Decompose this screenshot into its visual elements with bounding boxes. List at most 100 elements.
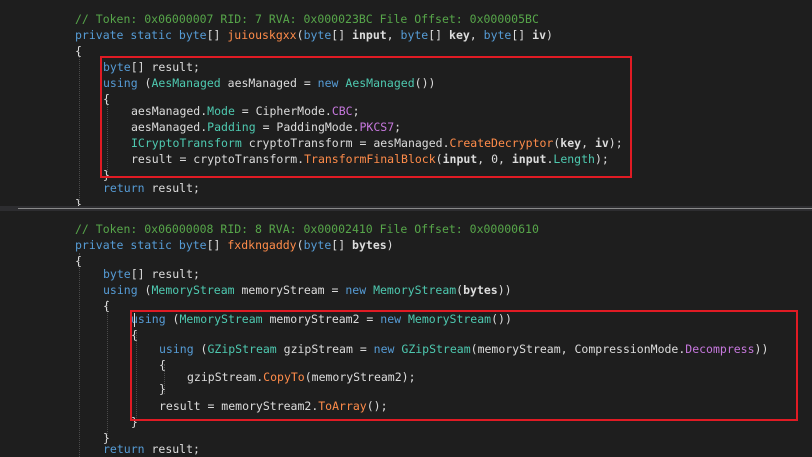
code-token: result; [144, 181, 200, 195]
code-line: { [159, 357, 166, 373]
code-line: using (AesManaged aesManaged = new AesMa… [103, 75, 435, 91]
code-token: aesManaged. [131, 104, 208, 118]
code-token: MemoryStream [179, 312, 263, 326]
code-line: gzipStream.CopyTo(memoryStream2); [187, 369, 416, 385]
code-token: ) [386, 238, 394, 252]
code-token: ( [137, 76, 152, 90]
code-token: Padding [207, 120, 256, 134]
code-token: ICryptoTransform [131, 136, 242, 150]
code-token: AesManaged [151, 76, 221, 90]
code-token: { [103, 299, 110, 313]
code-line: // Token: 0x06000008 RID: 8 RVA: 0x00002… [75, 221, 539, 237]
indent-guide [79, 52, 80, 202]
code-token: ( [435, 152, 443, 166]
code-token: ( [296, 28, 304, 42]
code-token: ( [296, 238, 304, 252]
code-token: { [103, 92, 110, 106]
code-token: byte [400, 28, 429, 42]
code-token: return [103, 442, 145, 456]
code-token: ()) [414, 76, 436, 90]
code-token: gzipStream = [276, 342, 374, 356]
code-token: new [317, 76, 339, 90]
code-token: )) [754, 342, 769, 356]
code-token: using [131, 312, 166, 326]
code-token: fxdkngaddy [227, 238, 297, 252]
code-token: [] [511, 28, 533, 42]
code-token: using [159, 342, 194, 356]
code-line: byte[] result; [103, 266, 200, 282]
code-line: private static byte[] juiouskgxx(byte[] … [75, 27, 553, 43]
indent-guide [107, 100, 108, 172]
code-token: byte [103, 267, 131, 281]
code-token: cryptoTransform = aesManaged. [241, 136, 450, 150]
code-token: MemoryStream [408, 312, 492, 326]
code-token: ( [193, 342, 208, 356]
code-token: GZipStream [207, 342, 277, 356]
code-token: MemoryStream [373, 283, 457, 297]
code-token: // Token: 0x06000007 RID: 7 RVA: 0x00002… [75, 12, 539, 26]
code-token: byte [178, 28, 207, 42]
code-token: ; [394, 120, 402, 134]
code-token: AesManaged [345, 76, 415, 90]
code-token: private [75, 28, 124, 42]
code-line: } [159, 381, 166, 397]
code-token: CreateDecryptor [449, 136, 554, 150]
code-token: byte [303, 28, 332, 42]
code-token: PKCS7 [359, 120, 395, 134]
code-token: memoryStream2 = [262, 312, 381, 326]
code-token: MemoryStream [151, 283, 235, 297]
code-line: } [131, 414, 138, 430]
splitter-line [18, 208, 812, 209]
code-token: (memoryStream2); [304, 370, 416, 384]
code-token: { [159, 358, 166, 372]
code-token: bytes [352, 238, 387, 252]
code-token: [] result; [130, 267, 200, 281]
code-token: result = memoryStream2. [159, 399, 319, 413]
code-token: ; [352, 104, 360, 118]
code-token: result; [144, 442, 200, 456]
code-token: [] [331, 28, 353, 42]
code-line: aesManaged.Padding = PaddingMode.PKCS7; [131, 119, 401, 135]
code-token: byte [103, 60, 131, 74]
code-token: ( [165, 312, 180, 326]
code-token: [] [428, 28, 450, 42]
code-token: juiouskgxx [227, 28, 297, 42]
code-token: ToArray [318, 399, 367, 413]
code-token: Length [553, 152, 595, 166]
code-line: return result; [103, 441, 200, 457]
code-token: new [345, 283, 367, 297]
code-token: byte [303, 238, 332, 252]
code-line: { [103, 298, 110, 314]
indent-guide [136, 332, 137, 418]
code-token: ); [608, 136, 623, 150]
code-token: using [103, 76, 138, 90]
code-line: return result; [103, 180, 200, 196]
code-token: } [159, 382, 166, 396]
code-token: gzipStream. [187, 370, 264, 384]
code-token: [] [331, 238, 353, 252]
indent-guide [107, 300, 108, 438]
code-token: CopyTo [263, 370, 305, 384]
code-token: ) [546, 28, 553, 42]
code-line: } [75, 196, 82, 206]
code-editor-top-pane[interactable]: // Token: 0x06000007 RID: 7 RVA: 0x00002… [0, 0, 812, 206]
code-token: )) [497, 283, 512, 297]
code-line: { [75, 43, 82, 59]
code-token: { [75, 254, 82, 268]
code-editor-bottom-pane[interactable]: // Token: 0x06000008 RID: 8 RVA: 0x00002… [0, 211, 812, 457]
code-token: Decompress [685, 342, 755, 356]
code-token: byte [178, 238, 207, 252]
code-token: [] [206, 238, 228, 252]
code-line: // Token: 0x06000007 RID: 7 RVA: 0x00002… [75, 11, 539, 27]
code-token: // Token: 0x06000008 RID: 8 RVA: 0x00002… [75, 222, 539, 236]
code-token: = CipherMode. [234, 104, 332, 118]
code-token: private [75, 238, 124, 252]
code-line: using (MemoryStream memoryStream2 = new … [131, 311, 512, 327]
code-token: } [131, 415, 138, 429]
code-token: input [511, 152, 547, 166]
code-token: ( [137, 283, 152, 297]
code-token: , [581, 136, 595, 150]
